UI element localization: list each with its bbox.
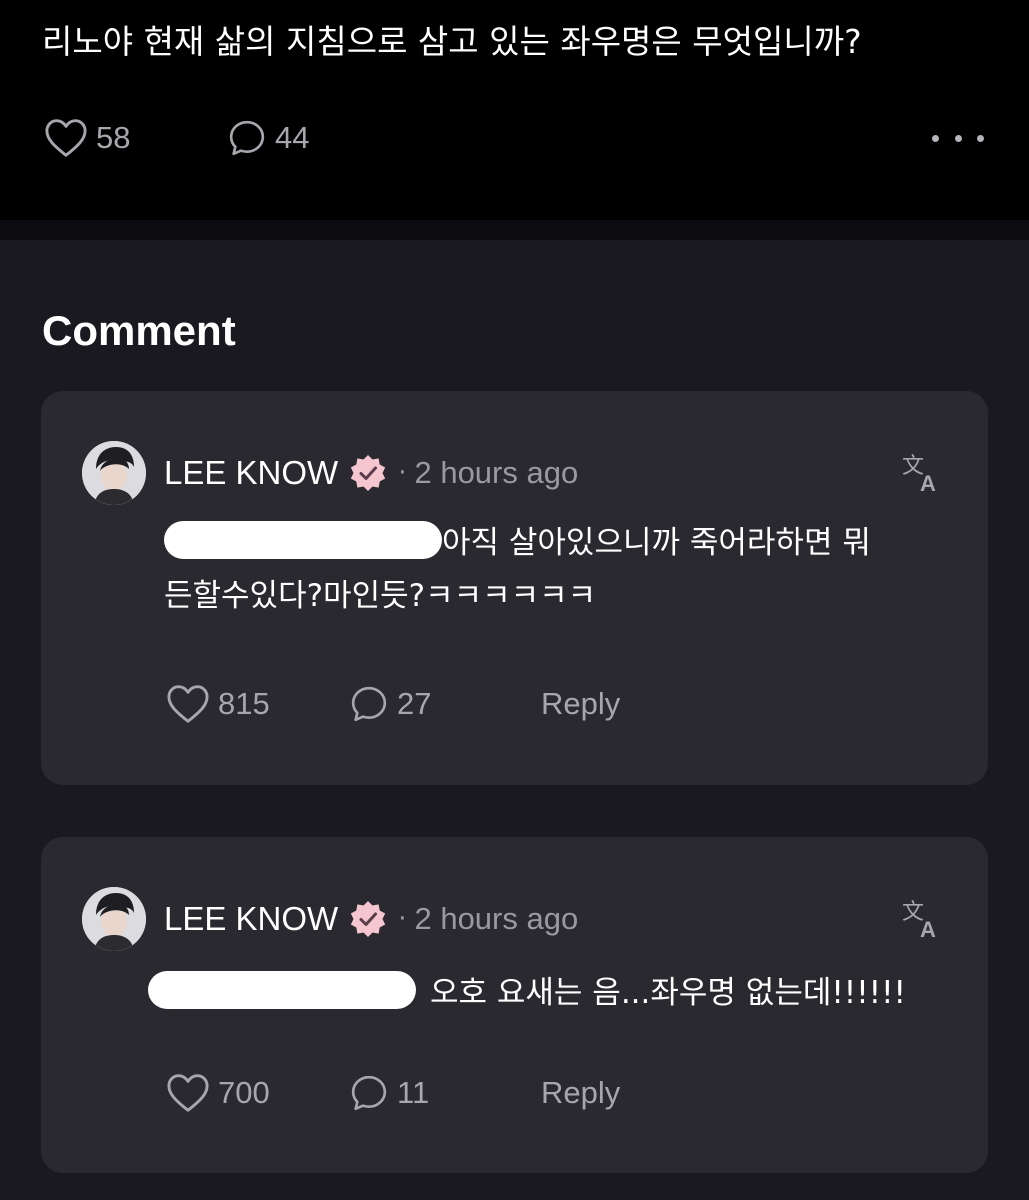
post-comment-button[interactable]: 44 [227,113,309,163]
verified-badge-icon [351,455,386,491]
comment-body: 아직 살아있으니까 죽어라하면 뭐 든할수있다?마인듯?ㅋㅋㅋㅋㅋㅋ [164,517,944,623]
verified-badge-icon [351,901,386,937]
post-like-count: 58 [96,120,131,155]
replies-button[interactable]: 11 [349,1068,429,1118]
comment-text-line: 아직 살아있으니까 죽어라하면 뭐 [442,525,871,561]
like-button[interactable]: 700 [166,1068,270,1118]
comment-time: 2 hours ago [414,455,579,490]
comment-text-line: 든할수있다?마인듯?ㅋㅋㅋㅋㅋㅋ [164,578,597,614]
comment-actions: 700 11 Reply [166,1068,666,1118]
reply-count: 11 [397,1075,430,1110]
comment-time: 2 hours ago [414,901,579,936]
speech-bubble-icon [229,120,265,156]
translate-icon[interactable]: 文 A [900,897,944,941]
post-stats: 58 44 [44,113,984,163]
post-section: 리노야 현재 삶의 지침으로 삼고 있는 좌우명은 무엇입니까? 58 44 [0,0,1029,220]
post-like-button[interactable]: 58 [44,113,130,163]
comment-actions: 815 27 Reply [166,679,666,729]
svg-text:A: A [920,917,936,941]
speech-bubble-icon [351,1075,387,1111]
comment-body: 오호 요새는 음...좌우명 없는데!!!!!! [148,967,944,1020]
post-comment-count: 44 [275,120,310,155]
heart-icon [167,685,209,723]
redacted-block [164,521,442,559]
avatar[interactable] [82,887,146,951]
reply-button[interactable]: Reply [541,1068,620,1118]
replies-button[interactable]: 27 [349,679,431,729]
avatar[interactable] [82,441,146,505]
comment-card: LEE KNOW · 2 hours ago 文 A 오호 요새는 음...좌우… [41,837,988,1173]
speech-bubble-icon [351,686,387,722]
translate-icon[interactable]: 文 A [900,451,944,495]
like-button[interactable]: 815 [166,679,270,729]
heart-icon [167,1074,209,1112]
svg-text:A: A [920,471,936,495]
comment-author-row: LEE KNOW · 2 hours ago [164,449,578,497]
like-count: 815 [218,686,270,721]
comment-section-title: Comment [42,307,236,354]
comment-card: LEE KNOW · 2 hours ago 文 A 아직 살아있으니까 죽어라… [41,391,988,785]
comment-author-row: LEE KNOW · 2 hours ago [164,895,578,943]
comment-text-line: 오호 요새는 음...좌우명 없는데!!!!!! [430,975,906,1011]
author-name[interactable]: LEE KNOW [164,454,338,492]
separator-dot: · [398,904,407,934]
separator-dot: · [398,458,407,488]
section-divider [0,220,1029,240]
reply-button[interactable]: Reply [541,679,620,729]
heart-icon [45,119,87,157]
author-name[interactable]: LEE KNOW [164,900,338,938]
like-count: 700 [218,1075,270,1110]
more-dots-icon[interactable] [932,123,984,153]
redacted-block [148,971,416,1009]
reply-count: 27 [397,686,432,721]
post-question: 리노야 현재 삶의 지침으로 삼고 있는 좌우명은 무엇입니까? [42,22,862,61]
